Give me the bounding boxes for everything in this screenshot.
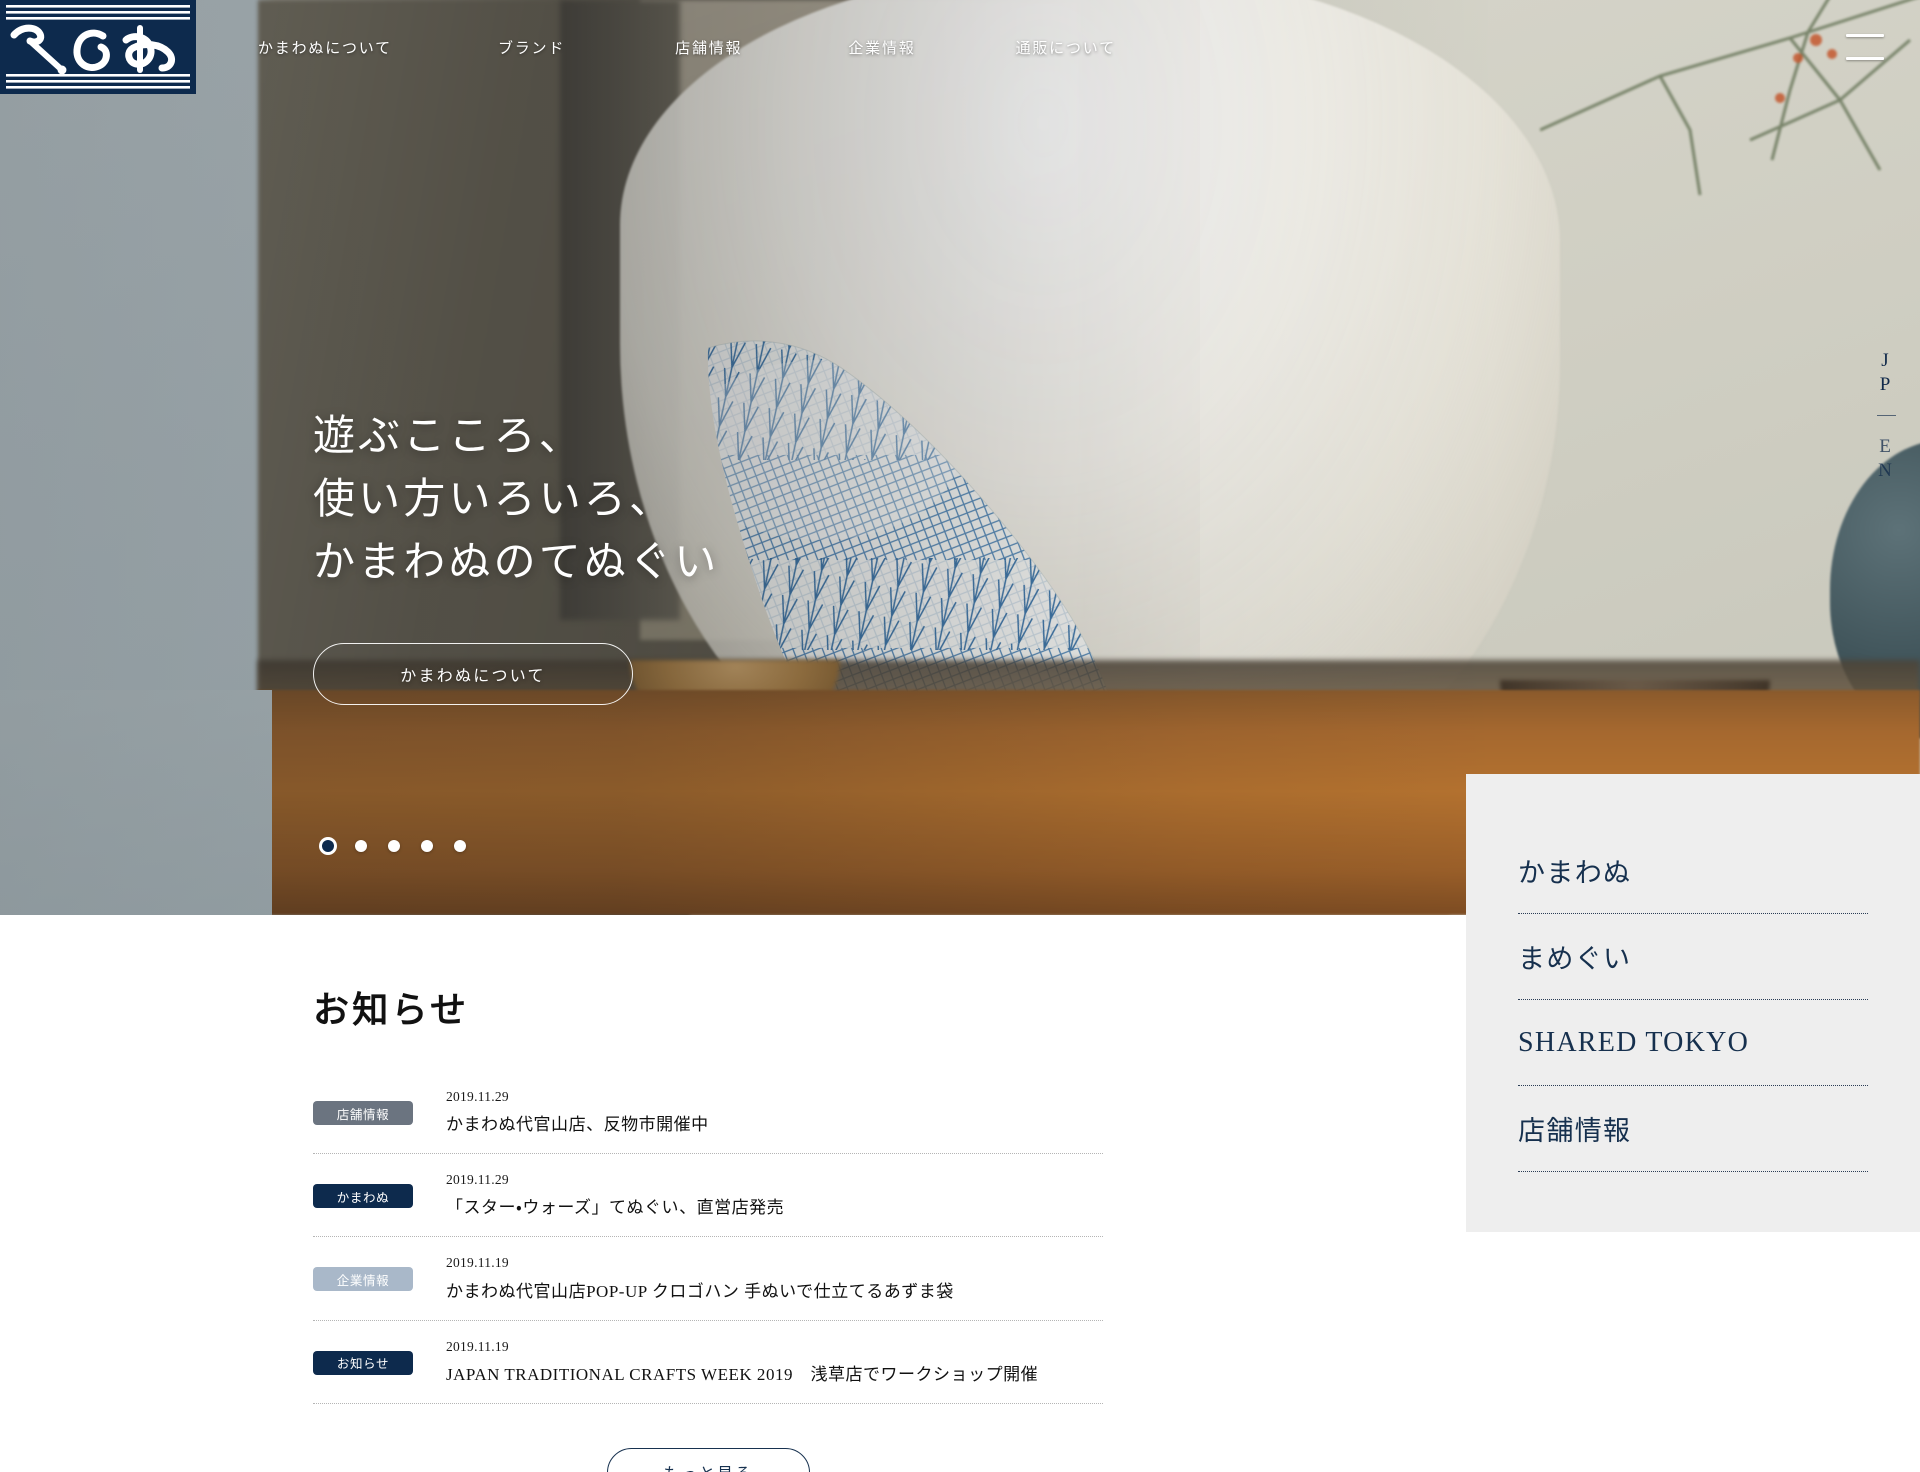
news-headline: 「スター・ウォーズ」てぬぐい、直営店発売	[446, 1198, 785, 1218]
carousel-dot-5[interactable]	[454, 840, 466, 852]
news-category-badge: 企業情報	[313, 1267, 413, 1292]
nav-item-onlineshop[interactable]: 通販について	[1016, 37, 1116, 58]
brand-link-mameg ui[interactable]: まめぐい	[1518, 914, 1868, 1000]
carousel-dots[interactable]	[322, 840, 466, 852]
language-switcher[interactable]: JP ｜ EN	[1871, 350, 1898, 484]
news-category-badge: かまわぬ	[313, 1184, 413, 1209]
brand-links-panel: かまわぬ まめぐい SHARED TOKYO 店舗情報	[1466, 774, 1920, 1232]
news-date: 2019.11.29	[446, 1089, 509, 1104]
nav-item-stores[interactable]: 店舗情報	[675, 37, 742, 58]
news-list: 店舗情報 2019.11.29 かまわぬ代官山店、反物市開催中 かまわぬ 201…	[313, 1071, 1103, 1404]
news-category-badge: お知らせ	[313, 1350, 413, 1375]
news-list-item[interactable]: かまわぬ 2019.11.29 「スター・ウォーズ」てぬぐい、直営店発売	[313, 1154, 1103, 1238]
hamburger-bar-1	[1846, 34, 1884, 37]
news-list-item[interactable]: 店舗情報 2019.11.29 かまわぬ代官山店、反物市開催中	[313, 1071, 1103, 1155]
language-option-jp[interactable]: JP	[1874, 350, 1896, 398]
news-category-badge: 店舗情報	[313, 1101, 413, 1125]
language-separator: ｜	[1874, 406, 1895, 429]
brand-link-kamawanu[interactable]: かまわぬ	[1518, 828, 1868, 914]
kamawanu-logo-icon	[0, 0, 196, 94]
brand-link-shared-tokyo[interactable]: SHARED TOKYO	[1518, 1000, 1868, 1086]
news-date: 2019.11.19	[446, 1255, 509, 1271]
hero-headline-line-2: 使い方いろいろ、	[313, 477, 675, 523]
news-headline: JAPAN TRADITIONAL CRAFTS WEEK 2019 浅草店でワ…	[446, 1364, 1039, 1384]
hero-copy: 遊ぶこころ、 使い方いろいろ、 かまわぬのてぬぐい かまわぬについて	[313, 406, 719, 705]
brand-link-label: SHARED TOKYO	[1518, 1026, 1750, 1058]
hero-headline-line-1: 遊ぶこころ、	[313, 414, 584, 460]
nav-item-about[interactable]: かまわぬについて	[258, 37, 392, 58]
news-more-button[interactable]: もっと見る	[606, 1447, 810, 1472]
language-option-en[interactable]: EN	[1874, 436, 1896, 484]
carousel-dot-4[interactable]	[421, 840, 433, 852]
site-logo[interactable]	[0, 0, 196, 94]
brand-link-label: かまわぬ	[1518, 858, 1632, 888]
carousel-dot-3[interactable]	[388, 840, 400, 852]
brand-link-label: 店舗情報	[1518, 1116, 1632, 1146]
news-list-item[interactable]: お知らせ 2019.11.19 JAPAN TRADITIONAL CRAFTS…	[313, 1321, 1103, 1404]
news-headline: かまわぬ代官山店、反物市開催中	[446, 1115, 709, 1135]
news-date: 2019.11.19	[446, 1338, 509, 1354]
carousel-dot-2[interactable]	[355, 840, 367, 852]
hero-cta-button[interactable]: かまわぬについて	[313, 643, 633, 705]
brand-link-label: まめぐい	[1518, 944, 1632, 974]
brand-link-store-info[interactable]: 店舗情報	[1518, 1086, 1868, 1172]
hero-headline-line-3: かまわぬのてぬぐい	[313, 540, 720, 586]
nav-item-company[interactable]: 企業情報	[848, 37, 915, 58]
carousel-dot-1[interactable]	[322, 840, 334, 852]
primary-navigation[interactable]: かまわぬについて ブランド 店舗情報 企業情報 通販について	[258, 0, 1116, 94]
hamburger-bar-2	[1846, 57, 1884, 60]
news-list-item[interactable]: 企業情報 2019.11.19 かまわぬ代官山店POP-UP クロゴハン 手ぬい…	[313, 1237, 1103, 1321]
news-section-title: お知らせ	[313, 990, 470, 1030]
news-date: 2019.11.29	[446, 1172, 509, 1188]
hamburger-menu-icon[interactable]	[1846, 34, 1884, 60]
nav-item-brand[interactable]: ブランド	[498, 37, 565, 58]
news-headline: かまわぬ代官山店POP-UP クロゴハン 手ぬいで仕立てるあずま袋	[446, 1281, 954, 1301]
